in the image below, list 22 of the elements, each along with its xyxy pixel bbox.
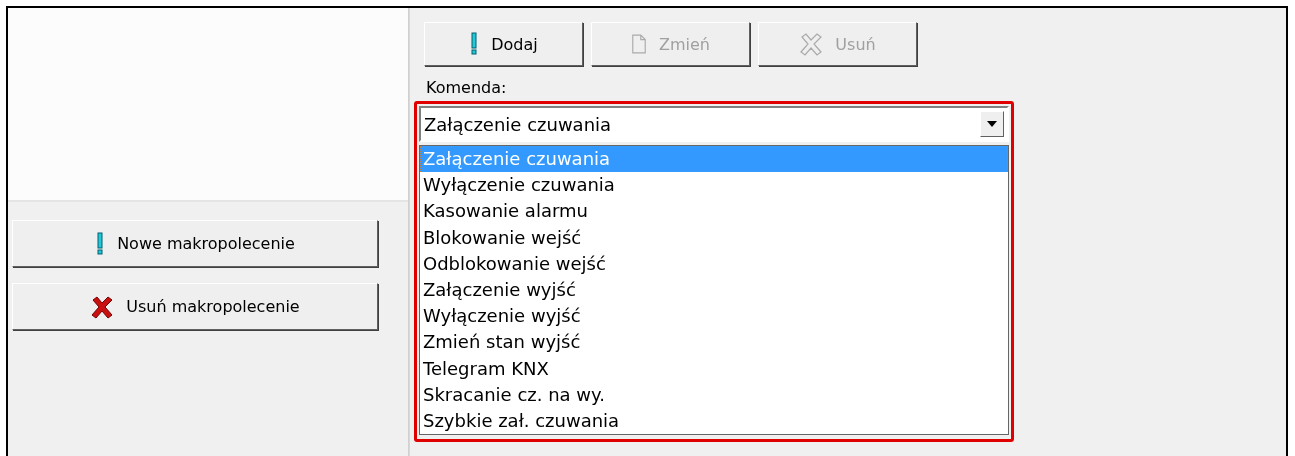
macro-button[interactable]: Usuń makropolecenie (12, 283, 378, 330)
dropdown-option[interactable]: Wyłączenie wyjść (420, 303, 1008, 330)
dropdown-option[interactable]: Zmień stan wyjść (420, 329, 1008, 356)
command-label: Komenda: (426, 78, 507, 97)
dropdown-option[interactable]: Telegram KNX (420, 355, 1008, 382)
dropdown-option[interactable]: Blokowanie wejść (420, 224, 1008, 251)
command-dropdown[interactable]: Załączenie czuwania (419, 106, 1009, 142)
dropdown-arrow-button[interactable] (980, 111, 1004, 137)
toolbar-button[interactable]: Dodaj (424, 22, 583, 66)
dropdown-option[interactable]: Wyłączenie czuwania (420, 172, 1008, 199)
dropdown-option[interactable]: Załączenie wyjść (420, 276, 1008, 304)
dropdown-option[interactable]: Szybkie zał. czuwania (420, 407, 1008, 435)
dropdown-option[interactable]: Odblokowanie wejść (420, 250, 1008, 277)
caret-icon (987, 121, 997, 127)
exclamation-icon (95, 231, 106, 256)
macro-button[interactable]: Nowe makropolecenie (12, 220, 378, 267)
exclamation-icon (469, 32, 480, 56)
dropdown-option[interactable]: Kasowanie alarmu (420, 198, 1008, 225)
cross-icon (90, 294, 115, 319)
cross-icon (799, 32, 824, 56)
page-icon (631, 32, 647, 56)
dropdown-option[interactable]: Skracanie cz. na wy. (420, 381, 1008, 408)
